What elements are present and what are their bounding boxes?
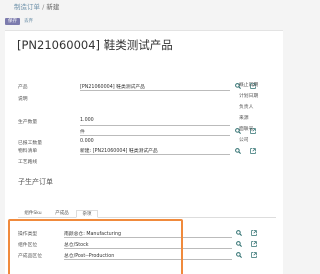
- description-label: 说明: [18, 97, 28, 102]
- discard-button[interactable]: 丢弃: [24, 18, 33, 25]
- reference-label: 面联号: [239, 127, 254, 132]
- uom-field[interactable]: 件: [80, 128, 85, 135]
- tab-misc[interactable]: 杂项: [76, 210, 98, 218]
- tab-components-sku[interactable]: 组件Sku: [18, 210, 48, 218]
- product-field-underline: [80, 90, 230, 91]
- search-icon[interactable]: [236, 230, 242, 236]
- responsible-label: 负责人: [239, 105, 254, 110]
- breadcrumb: 制造订单 / 新建: [14, 2, 59, 12]
- external-link-icon[interactable]: [251, 252, 257, 258]
- product-field[interactable]: [PN21060004] 鞋类测试产品: [80, 83, 145, 90]
- search-icon[interactable]: [235, 148, 241, 154]
- breadcrumb-current: 新建: [46, 3, 60, 11]
- search-icon[interactable]: [236, 252, 242, 258]
- deadline-label: 概止日期: [239, 83, 259, 88]
- tab-finished-products[interactable]: 产成品: [50, 210, 74, 218]
- external-link-icon[interactable]: [250, 148, 256, 154]
- bom-label: 物料清单: [18, 149, 38, 154]
- breadcrumb-parent-link[interactable]: 制造订单: [14, 3, 40, 11]
- done-qty-value: 0.000: [80, 139, 94, 144]
- form-sheet: [PN21060004] 鞋类测试产品 产品 [PN21060004] 鞋类测试…: [5, 30, 283, 274]
- save-button[interactable]: 保存: [5, 18, 20, 25]
- qty-field[interactable]: 1.000: [80, 118, 94, 123]
- planned-date-label: 计划日期: [239, 94, 259, 99]
- routing-label: 工艺路线: [18, 160, 38, 165]
- company-label: 公司: [239, 138, 249, 143]
- done-qty-label: 已报工数量: [18, 141, 42, 146]
- child-orders-title: 子生产订单: [18, 178, 53, 186]
- product-label: 产品: [18, 85, 28, 90]
- qty-label: 生产数量: [18, 120, 38, 125]
- notebook-tabs: 组件Sku 产成品 杂项: [18, 210, 276, 218]
- external-link-icon[interactable]: [251, 230, 257, 236]
- external-link-icon[interactable]: [251, 241, 257, 247]
- search-icon[interactable]: [236, 241, 242, 247]
- highlight-annotation-box: [8, 219, 183, 274]
- source-label: 来源: [239, 116, 249, 121]
- page-title: [PN21060004] 鞋类测试产品: [17, 38, 173, 52]
- bom-field-underline: [80, 154, 230, 155]
- uom-field-underline: [80, 135, 230, 136]
- bom-field[interactable]: 新建: [PN21060004] 鞋类测试产品: [80, 147, 158, 154]
- qty-field-underline: [80, 125, 230, 126]
